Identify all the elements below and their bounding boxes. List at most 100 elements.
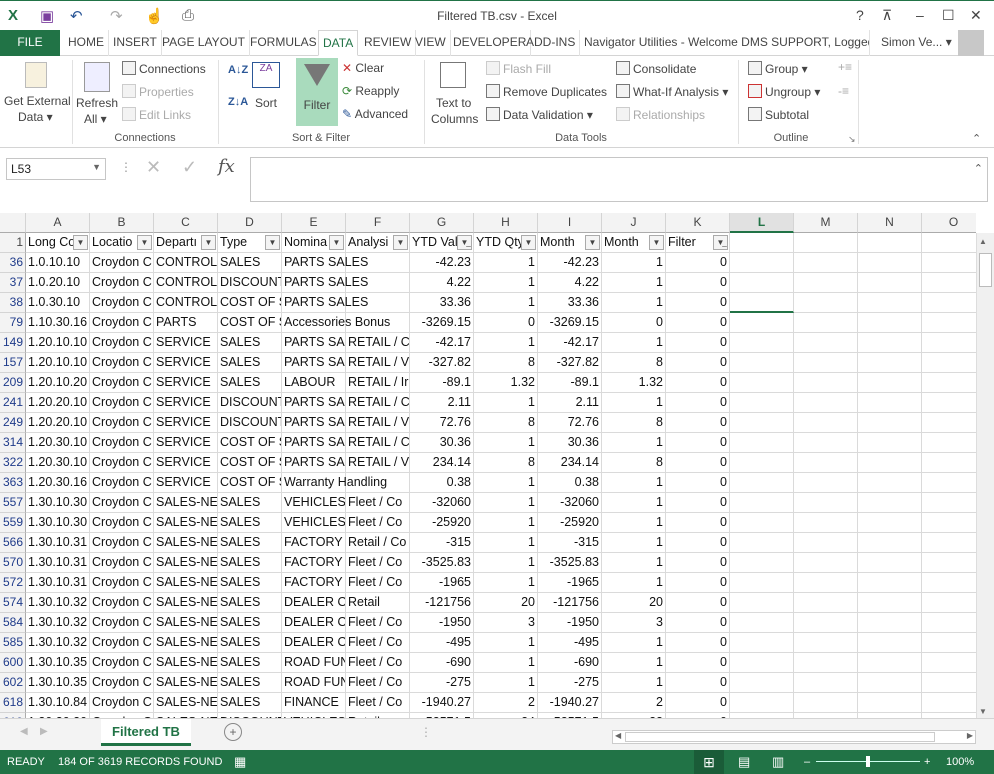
edit-links-button[interactable]: Edit Links xyxy=(122,107,191,122)
cell-e[interactable]: VEHICLES xyxy=(282,513,346,533)
cell-m[interactable] xyxy=(794,473,858,493)
cell-o[interactable] xyxy=(922,253,976,273)
cell-o[interactable] xyxy=(922,653,976,673)
cell-f[interactable]: RETAIL / V xyxy=(346,453,410,473)
cell-h[interactable]: 1 xyxy=(474,653,538,673)
cell-n[interactable] xyxy=(858,673,922,693)
cell-m[interactable] xyxy=(794,433,858,453)
expand-formula-bar-icon[interactable]: ⌃ xyxy=(974,162,983,175)
cell-b[interactable]: Croydon C xyxy=(90,593,154,613)
cell-f[interactable]: RETAIL / Ir xyxy=(346,373,410,393)
cell-c[interactable]: SALES-NE xyxy=(154,693,218,713)
cell-i[interactable]: -3525.83 xyxy=(538,553,602,573)
cell-f[interactable]: Retail xyxy=(346,593,410,613)
cell-o[interactable] xyxy=(922,573,976,593)
column-header-l[interactable]: L xyxy=(730,213,794,233)
cell-h[interactable]: 2 xyxy=(474,693,538,713)
cell-g[interactable]: -121756 xyxy=(410,593,474,613)
cell-g[interactable]: -1965 xyxy=(410,573,474,593)
cell-d[interactable]: DISCOUNT xyxy=(218,273,282,293)
cell-o[interactable] xyxy=(922,453,976,473)
ribbon-display-icon[interactable]: ⊼ xyxy=(882,7,892,24)
sort-a-z-button[interactable]: A↓Z xyxy=(228,64,248,76)
tab-formulas[interactable]: FORMULAS xyxy=(246,30,322,56)
cell-i[interactable]: 72.76 xyxy=(538,413,602,433)
cell-g[interactable]: -25920 xyxy=(410,513,474,533)
refresh-all-button[interactable]: Refresh xyxy=(76,96,118,110)
cell-k[interactable]: 0 xyxy=(666,673,730,693)
cell-f[interactable]: Fleet / Co xyxy=(346,573,410,593)
cell-b[interactable]: Croydon C xyxy=(90,433,154,453)
header-cell[interactable] xyxy=(858,233,922,253)
cell-k[interactable]: 0 xyxy=(666,313,730,333)
cell-h[interactable]: 1 xyxy=(474,533,538,553)
header-cell[interactable]: YTD Val ▼̲ xyxy=(410,233,474,253)
cell-c[interactable]: SALES-NE xyxy=(154,573,218,593)
cell-i[interactable]: 4.22 xyxy=(538,273,602,293)
row-header[interactable]: 1 xyxy=(0,233,26,253)
cell-l[interactable] xyxy=(730,693,794,713)
cell-e[interactable]: PARTS SAL xyxy=(282,413,346,433)
header-cell[interactable]: Analysi ▼ xyxy=(346,233,410,253)
cell-j[interactable]: 1.32 xyxy=(602,373,666,393)
cell-k[interactable]: 0 xyxy=(666,253,730,273)
cell-m[interactable] xyxy=(794,333,858,353)
cell-m[interactable] xyxy=(794,493,858,513)
cell-e[interactable]: LABOUR xyxy=(282,373,346,393)
cell-a[interactable]: 1.20.30.10 xyxy=(26,433,90,453)
cell-b[interactable]: Croydon C xyxy=(90,353,154,373)
hide-detail-icon[interactable]: -≡ xyxy=(838,84,849,98)
cell-c[interactable]: CONTROL xyxy=(154,253,218,273)
cell-g[interactable]: -3269.15 xyxy=(410,313,474,333)
cell-n[interactable] xyxy=(858,313,922,333)
cell-h[interactable]: 1 xyxy=(474,673,538,693)
cell-d[interactable]: COST OF S xyxy=(218,473,282,493)
row-header[interactable]: 241 xyxy=(0,393,26,413)
get-external-data-button[interactable]: Get External xyxy=(4,94,71,108)
cell-i[interactable]: 2.11 xyxy=(538,393,602,413)
cell-h[interactable]: 20 xyxy=(474,593,538,613)
cell-g[interactable]: -327.82 xyxy=(410,353,474,373)
cell-j[interactable]: 8 xyxy=(602,413,666,433)
cell-g[interactable]: 4.22 xyxy=(410,273,474,293)
column-header-k[interactable]: K xyxy=(666,213,730,233)
cell-k[interactable]: 0 xyxy=(666,533,730,553)
cell-o[interactable] xyxy=(922,533,976,553)
cell-b[interactable]: Croydon C xyxy=(90,533,154,553)
cell-n[interactable] xyxy=(858,693,922,713)
outline-dialog-launcher-icon[interactable]: ↘ xyxy=(848,134,856,145)
cell-g[interactable]: -275 xyxy=(410,673,474,693)
filter-dropdown-icon[interactable]: ▼ xyxy=(649,235,664,250)
filter-dropdown-icon[interactable]: ▼ xyxy=(393,235,408,250)
cell-c[interactable]: SERVICE xyxy=(154,373,218,393)
cell-f[interactable]: Fleet / Co xyxy=(346,633,410,653)
cell-c[interactable]: SERVICE xyxy=(154,333,218,353)
cell-b[interactable]: Croydon C xyxy=(90,413,154,433)
cell-a[interactable]: 1.20.30.10 xyxy=(26,453,90,473)
cell-g[interactable]: 0.38 xyxy=(410,473,474,493)
name-box[interactable]: L53 ▼ xyxy=(6,158,106,180)
cell-g[interactable]: -42.23 xyxy=(410,253,474,273)
cell-e[interactable]: PARTS SALES xyxy=(282,293,368,313)
prev-sheet-icon[interactable]: ◀ xyxy=(20,726,28,737)
cell-k[interactable]: 0 xyxy=(666,593,730,613)
cell-n[interactable] xyxy=(858,553,922,573)
cell-o[interactable] xyxy=(922,393,976,413)
cell-f[interactable]: RETAIL / C xyxy=(346,393,410,413)
header-cell[interactable]: Month ▼ xyxy=(602,233,666,253)
cell-n[interactable] xyxy=(858,433,922,453)
cell-a[interactable]: 1.20.10.10 xyxy=(26,333,90,353)
cell-b[interactable]: Croydon C xyxy=(90,453,154,473)
cell-a[interactable]: 1.20.20.10 xyxy=(26,393,90,413)
tab-insert[interactable]: INSERT xyxy=(109,30,162,56)
cell-i[interactable]: -1965 xyxy=(538,573,602,593)
column-header-n[interactable]: N xyxy=(858,213,922,233)
cell-b[interactable]: Croydon C xyxy=(90,473,154,493)
cell-i[interactable]: -327.82 xyxy=(538,353,602,373)
cell-g[interactable]: -89.1 xyxy=(410,373,474,393)
header-cell[interactable]: Filter ▼̲ xyxy=(666,233,730,253)
reapply-button[interactable]: ⟳ Reapply xyxy=(342,84,399,98)
cell-b[interactable]: Croydon C xyxy=(90,653,154,673)
cell-i[interactable]: -42.23 xyxy=(538,253,602,273)
cell-a[interactable]: 1.0.30.10 xyxy=(26,293,90,313)
